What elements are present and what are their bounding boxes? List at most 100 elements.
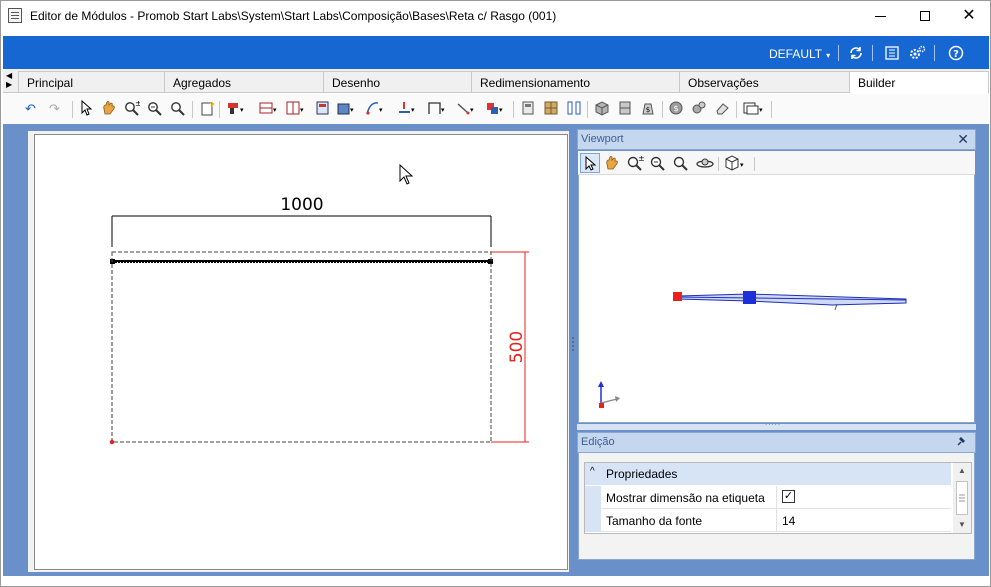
svg-text:▾: ▾	[441, 106, 445, 114]
maximize-icon	[920, 11, 930, 21]
line-tool-icon[interactable]: ▾	[456, 100, 478, 118]
tab-agregados[interactable]: Agregados	[164, 71, 324, 92]
model-center-handle[interactable]	[743, 291, 756, 304]
width-dimension: 1000	[111, 195, 492, 247]
gears-icon[interactable]	[691, 100, 707, 118]
tab-desenho[interactable]: Desenho	[323, 71, 472, 92]
scroll-up-icon[interactable]: ▲	[953, 463, 971, 479]
property-value[interactable]: ✓	[778, 486, 951, 509]
pan-hand-icon[interactable]	[100, 100, 118, 118]
viewport-select-button[interactable]	[580, 153, 600, 173]
settings-icon[interactable]	[908, 45, 926, 61]
refresh-icon[interactable]	[848, 45, 864, 61]
header-bar: DEFAULT ▾ ?	[3, 36, 989, 69]
mouse-cursor-icon	[399, 163, 414, 185]
builder-toolbar: ↶ ↷ ± ✶ ▾ ▾ ▾ ▾ ▾ ▾ ▾ ▾ ▾ $ $ ▾	[3, 94, 989, 124]
drill-tool-icon[interactable]: ▾	[226, 100, 248, 118]
dimension-tool-icon[interactable]: ▾	[427, 100, 449, 118]
scroll-thumb[interactable]	[956, 481, 968, 515]
viewport-zoom-in-out-icon[interactable]: ±	[626, 154, 645, 175]
zoom-extents-icon[interactable]	[170, 100, 186, 118]
toolbar-separator	[72, 101, 73, 118]
font-size-input[interactable]: 14	[778, 509, 951, 532]
panel-add-icon[interactable]	[315, 100, 331, 118]
property-row-gutter	[585, 509, 601, 532]
chevron-up-icon[interactable]: ^	[590, 466, 595, 477]
close-button[interactable]: ✕	[946, 1, 991, 31]
vertical-splitter[interactable]	[571, 335, 575, 355]
zoom-in-out-icon[interactable]: ±	[124, 99, 142, 118]
tab-scroll-arrows[interactable]: ◀ ▶	[6, 71, 16, 89]
select-pointer-icon[interactable]	[79, 99, 93, 118]
svg-text:▾: ▾	[499, 106, 503, 114]
property-row: Tamanho da fonte 14	[585, 509, 951, 532]
horizontal-splitter[interactable]	[577, 418, 976, 430]
toolbar-separator	[771, 101, 772, 118]
help-icon[interactable]: ?	[948, 45, 964, 61]
scroll-down-icon[interactable]: ▼	[953, 517, 971, 533]
viewport-view-cube-icon[interactable]: ▾	[723, 154, 749, 175]
property-grid-scrollbar[interactable]: ▲ ▼	[953, 463, 971, 533]
tab-principal[interactable]: Principal	[18, 71, 165, 92]
tab-observacoes[interactable]: Observações	[679, 71, 850, 92]
title-bar: Editor de Módulos - Promob Start Labs\Sy…	[1, 1, 990, 31]
color-material-icon[interactable]: ▾	[485, 100, 507, 118]
pin-icon[interactable]	[957, 435, 969, 450]
viewport-toolbar: ± ▾	[578, 151, 975, 175]
chevron-down-icon: ▾	[826, 51, 831, 60]
profile-dropdown[interactable]: DEFAULT ▾	[769, 47, 830, 61]
drawing-svg: 1000 500	[109, 163, 529, 445]
viewport-orbit-icon[interactable]	[695, 154, 715, 175]
show-dimension-checkbox[interactable]: ✓	[782, 490, 795, 503]
viewport-close-icon[interactable]: ✕	[957, 131, 969, 148]
window-layout-icon[interactable]: ▾	[742, 100, 766, 118]
toolbar-separator	[662, 101, 663, 118]
svg-text:$: $	[646, 106, 650, 114]
status-bar	[3, 576, 989, 586]
viewport-zoom-extents-icon[interactable]	[672, 154, 690, 175]
edicao-title: Edição	[581, 436, 615, 448]
curve-tool-icon[interactable]: ▾	[365, 100, 387, 118]
toolbar-separator	[587, 101, 588, 118]
svg-text:?: ?	[953, 49, 959, 60]
tab-builder[interactable]: Builder	[849, 71, 989, 93]
viewport-toolbar-separator	[754, 157, 755, 171]
svg-text:±: ±	[135, 100, 140, 108]
drawing-canvas[interactable]: 1000 500	[34, 134, 568, 570]
columns-icon[interactable]	[566, 100, 582, 118]
cabinet-icon[interactable]	[617, 100, 633, 118]
price-list-icon[interactable]: $	[668, 100, 684, 118]
grid-pieces-icon[interactable]	[543, 100, 559, 118]
svg-text:▾: ▾	[350, 106, 354, 114]
new-item-icon[interactable]: ✶	[199, 100, 216, 118]
height-dimension: 500	[491, 251, 529, 443]
model-origin-handle[interactable]	[673, 292, 682, 301]
viewport-zoom-window-icon[interactable]	[649, 154, 667, 175]
undo-icon[interactable]: ↶	[25, 100, 36, 118]
property-row-gutter	[585, 486, 601, 509]
maximize-button[interactable]	[902, 1, 948, 31]
calculator-icon[interactable]	[520, 100, 536, 118]
viewport-3d-view[interactable]	[578, 175, 975, 423]
minimize-icon	[874, 15, 886, 17]
module-outline[interactable]	[111, 251, 492, 443]
svg-text:▾: ▾	[273, 106, 277, 114]
minimize-button[interactable]	[857, 1, 903, 31]
window-title: Editor de Módulos - Promob Start Labs\Sy…	[30, 9, 557, 23]
eraser-icon[interactable]	[714, 100, 730, 118]
svg-text:▾: ▾	[470, 106, 474, 114]
zoom-window-icon[interactable]	[147, 100, 163, 118]
level-tool-icon[interactable]: ▾	[397, 100, 419, 118]
svg-text:±: ±	[638, 154, 644, 163]
tab-redimensionamento[interactable]: Redimensionamento	[471, 71, 680, 92]
property-category[interactable]: ^ Propriedades	[585, 463, 951, 485]
horizontal-division-icon[interactable]: ▾	[258, 100, 280, 118]
list-icon[interactable]	[884, 45, 900, 61]
vertical-division-icon[interactable]: ▾	[285, 100, 307, 118]
viewport-pan-icon[interactable]	[603, 154, 621, 175]
module-insert-icon[interactable]: ▾	[336, 100, 358, 118]
redo-icon[interactable]: ↷	[49, 100, 60, 118]
box-3d-icon[interactable]	[594, 100, 610, 118]
svg-text:▾: ▾	[300, 106, 304, 114]
price-bag-icon[interactable]: $	[640, 100, 656, 118]
